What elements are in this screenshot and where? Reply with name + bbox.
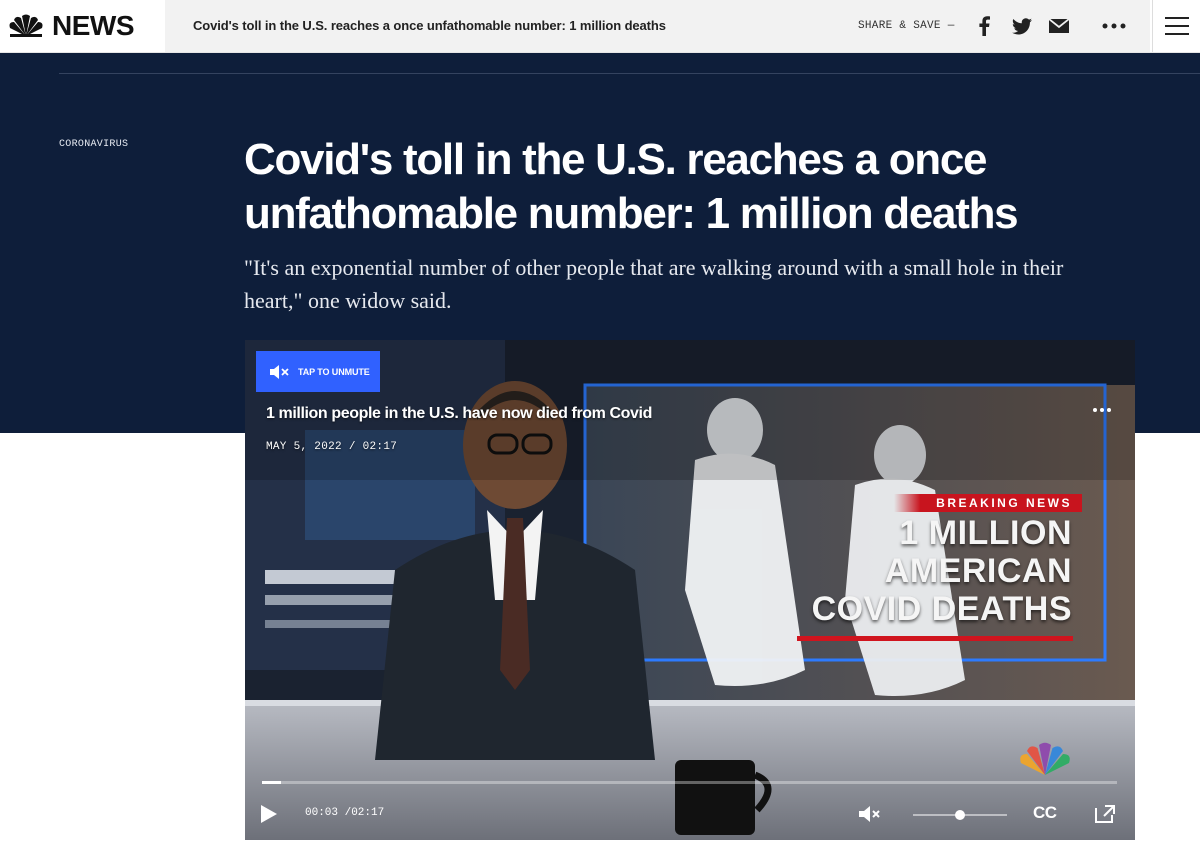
more-share-options-button[interactable] (1102, 14, 1126, 38)
lower-third-line-2: AMERICAN (884, 552, 1072, 590)
more-dot (1093, 408, 1097, 412)
twitter-icon (1012, 17, 1032, 34)
tap-to-unmute-button[interactable]: TAP TO UNMUTE (256, 351, 380, 392)
section-label[interactable]: CORONAVIRUS (59, 139, 128, 150)
brand-name: NEWS (52, 10, 135, 41)
more-icon (1102, 23, 1126, 29)
fullscreen-icon[interactable] (1095, 805, 1115, 823)
volume-muted-icon[interactable] (859, 805, 881, 823)
volume-slider-knob[interactable] (955, 810, 965, 820)
muted-speaker-icon (270, 364, 289, 379)
more-dot (1100, 408, 1104, 412)
video-controls: 00:03 /02:17 CC (245, 795, 1135, 835)
article-headline: Covid's toll in the U.S. reaches a once … (244, 135, 1019, 238)
sticky-article-title: Covid's toll in the U.S. reaches a once … (193, 18, 666, 33)
top-navigation-bar: NEWS Covid's toll in the U.S. reaches a … (0, 0, 1200, 53)
sticky-title-strip: Covid's toll in the U.S. reaches a once … (165, 0, 1150, 52)
video-player[interactable]: TAP TO UNMUTE 1 million people in the U.… (245, 340, 1135, 840)
email-icon (1049, 19, 1069, 33)
video-more-options-button[interactable] (1088, 400, 1116, 420)
video-time-display: 00:03 /02:17 (305, 807, 385, 819)
nbc-watermark-icon (1020, 742, 1070, 775)
main-menu-button[interactable] (1152, 0, 1200, 52)
nbc-news-logo[interactable]: NEWS (0, 0, 165, 52)
video-progress-fill (262, 781, 281, 784)
video-title: 1 million people in the U.S. have now di… (266, 405, 652, 422)
video-progress-bar[interactable] (262, 781, 1117, 784)
share-save-label: SHARE & SAVE — (858, 20, 955, 32)
play-icon[interactable] (261, 805, 277, 823)
peacock-icon (9, 14, 43, 37)
lower-third-line-1: 1 MILLION (899, 514, 1072, 552)
article-dek: "It's an exponential number of other peo… (244, 255, 1064, 313)
facebook-share-button[interactable] (972, 14, 996, 38)
hero-divider (59, 73, 1200, 74)
lower-third-line-3: COVID DEATHS (811, 590, 1072, 628)
twitter-share-button[interactable] (1010, 14, 1034, 38)
volume-slider[interactable] (913, 810, 1007, 820)
lower-third-underline (797, 636, 1073, 641)
breaking-news-tag: BREAKING NEWS (894, 494, 1082, 512)
closed-captions-button[interactable]: CC (1033, 803, 1057, 823)
menu-icon (1165, 17, 1189, 35)
video-date-duration: MAY 5, 2022 / 02:17 (266, 441, 398, 453)
facebook-icon (979, 16, 990, 36)
more-dot (1107, 408, 1111, 412)
unmute-label: TAP TO UNMUTE (298, 366, 370, 377)
email-share-button[interactable] (1047, 14, 1071, 38)
